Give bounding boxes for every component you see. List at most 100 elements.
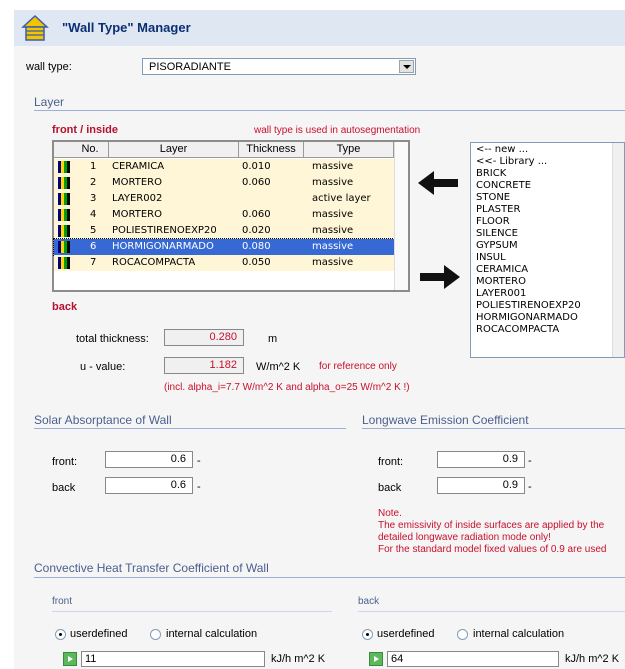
total-thickness-value: 0.280 [164,329,244,346]
column-header-layer[interactable]: Layer [109,142,239,157]
row-no: 7 [90,257,97,268]
row-layer: MORTERO [112,209,162,220]
window-title: "Wall Type" Manager [62,20,191,35]
wall-type-label: wall type: [26,61,72,73]
convective-front-label: front [52,596,73,607]
table-row[interactable]: 2 MORTERO 0.060 massive [54,175,394,191]
row-type: massive [312,209,354,220]
front-internal-radio[interactable] [150,629,161,640]
divider [34,577,625,578]
chevron-down-icon[interactable] [399,60,414,73]
title-bar: "Wall Type" Manager [14,10,625,46]
layer-section-title: Layer [34,95,65,109]
divider [34,110,625,111]
table-row[interactable]: 5 POLIESTIRENOEXP20 0.020 massive [54,223,394,239]
layer-color-icon [58,241,70,253]
row-thickness: 0.010 [242,161,271,172]
convective-section-title: Convective Heat Transfer Coefficient of … [34,561,269,575]
solar-back-input[interactable]: 0.6 [105,477,193,494]
column-header-type[interactable]: Type [304,142,394,157]
layer-color-icon [58,225,70,237]
front-inside-label: front / inside [52,124,118,136]
row-type: active layer [312,193,371,204]
table-row-selected[interactable]: 6 HORMIGONARMADO 0.080 massive [53,238,395,256]
row-thickness: 0.060 [242,209,271,220]
front-convective-input[interactable]: 11 [81,651,265,667]
list-item[interactable]: FLOOR [476,216,510,228]
back-convective-input[interactable]: 64 [387,651,559,667]
row-layer: POLIESTIRENOEXP20 [112,225,217,236]
table-row[interactable]: 7 ROCACOMPACTA 0.050 massive [54,255,394,271]
layer-library-list[interactable]: <-- new ... <<- Library ... BRICK CONCRE… [470,142,625,358]
note-line-1: The emissivity of inside surfaces are ap… [378,520,605,531]
row-type: massive [312,241,354,252]
row-layer: LAYER002 [112,193,163,204]
longwave-front-input[interactable]: 0.9 [437,451,525,468]
list-item[interactable]: SILENCE [476,228,518,240]
convective-back-label: back [358,596,380,607]
note-line-2: detailed longwave radiation mode only! [378,532,551,543]
arrow-right-icon[interactable] [418,262,460,292]
play-icon[interactable] [63,652,77,666]
wall-type-select[interactable]: PISORADIANTE [142,58,416,75]
table-scrollbar[interactable] [394,142,408,290]
row-thickness: 0.060 [242,177,271,188]
row-thickness: 0.020 [242,225,271,236]
front-convective-unit: kJ/h m^2 K [271,653,326,665]
longwave-back-label: back [378,482,402,494]
total-thickness-label: total thickness: [76,333,149,345]
row-no: 1 [90,161,97,172]
layer-color-icon [58,209,70,221]
list-item[interactable]: HORMIGONARMADO [476,312,578,324]
list-item[interactable]: STONE [476,192,510,204]
layer-color-icon [58,257,70,269]
table-row[interactable]: 4 MORTERO 0.060 massive [54,207,394,223]
longwave-section-title: Longwave Emission Coefficient [362,413,529,427]
front-userdefined-radio[interactable] [55,629,66,640]
list-item[interactable]: PLASTER [476,204,520,216]
library-scrollbar[interactable] [612,143,624,357]
divider [52,611,332,612]
back-internal-radio[interactable] [457,629,468,640]
list-item[interactable]: POLIESTIRENOEXP20 [476,300,581,312]
column-header-thickness[interactable]: Thickness [239,142,304,157]
row-no: 5 [90,225,97,236]
row-type: massive [312,177,354,188]
wall-type-value: PISORADIANTE [149,61,231,73]
total-thickness-unit: m [268,333,278,345]
layer-color-icon [58,177,70,189]
list-item[interactable]: INSUL [476,252,506,264]
longwave-front-unit: - [528,455,532,467]
table-row[interactable]: 3 LAYER002 active layer [54,191,394,207]
solar-back-label: back [52,482,76,494]
list-item[interactable]: CONCRETE [476,180,531,192]
reference-note: for reference only [319,361,397,372]
house-icon [21,14,49,41]
play-icon[interactable] [369,652,383,666]
list-item[interactable]: ROCACOMPACTA [476,324,559,336]
list-item[interactable]: <<- Library ... [476,156,547,168]
list-item[interactable]: MORTERO [476,276,526,288]
longwave-back-unit: - [528,481,532,493]
list-item[interactable]: GYPSUM [476,240,518,252]
row-type: massive [312,161,354,172]
back-convective-unit: kJ/h m^2 K [565,653,620,665]
table-row[interactable]: 1 CERAMICA 0.010 massive [54,159,394,175]
layer-color-icon [58,193,70,205]
solar-front-input[interactable]: 0.6 [105,451,193,468]
arrow-left-icon[interactable] [418,168,460,198]
row-no: 2 [90,177,97,188]
row-no: 3 [90,193,97,204]
list-item[interactable]: CERAMICA [476,264,528,276]
list-item[interactable]: BRICK [476,168,506,180]
longwave-back-input[interactable]: 0.9 [437,477,525,494]
u-value-label: u - value: [80,361,126,373]
u-value-unit: W/m^2 K [256,361,301,373]
layer-table[interactable]: No. Layer Thickness Type 1 CERAMICA 0.01… [52,140,410,292]
row-thickness: 0.050 [242,257,271,268]
column-header-no[interactable]: No. [72,142,109,157]
list-item[interactable]: LAYER001 [476,288,526,300]
back-userdefined-radio[interactable] [362,629,373,640]
list-item[interactable]: <-- new ... [476,144,528,156]
row-thickness: 0.080 [242,241,271,252]
